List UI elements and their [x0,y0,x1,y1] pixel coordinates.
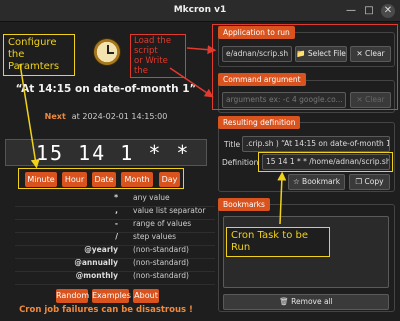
annotation-arrows [19,45,287,225]
